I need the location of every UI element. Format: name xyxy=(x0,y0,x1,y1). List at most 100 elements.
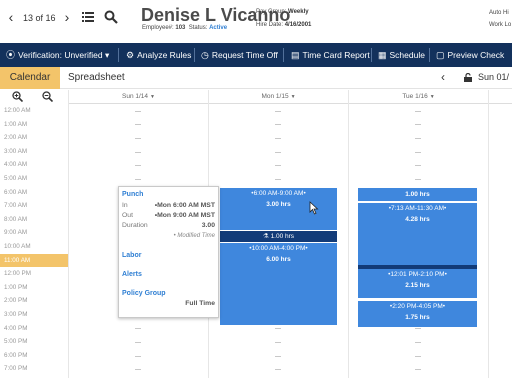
shift-block[interactable]: 1.00 hrs xyxy=(358,188,477,201)
shift-block[interactable]: •10:00 AM-4:00 PM• 6.00 hrs xyxy=(220,243,337,325)
shift-time: •6:00 AM-9:00 AM• xyxy=(251,190,306,197)
time-label: 2:00 PM xyxy=(4,297,28,305)
document-icon: ▢ xyxy=(436,50,445,60)
modified-note: • Modified Time xyxy=(173,233,215,239)
hour-dash xyxy=(415,165,421,167)
time-label: 7:00 PM xyxy=(4,365,28,373)
shift-block[interactable]: •6:00 AM-9:00 AM• 3.00 hrs xyxy=(220,188,337,230)
action-toolbar: ⦿ Verification: Unverified ▾ ⚙ Analyze Rul… xyxy=(0,43,512,67)
schedule-button[interactable]: ▦ Schedule xyxy=(378,43,425,67)
pay-group-value: Weekly xyxy=(288,9,309,15)
pay-group-label: Pay Group: xyxy=(256,9,287,15)
shift-time: •10:00 AM-4:00 PM• xyxy=(249,245,308,252)
labor-link[interactable]: Labor xyxy=(122,252,141,259)
time-label: 6:00 PM xyxy=(4,351,28,359)
preview-check-label: Preview Check xyxy=(447,50,505,60)
alerts-link[interactable]: Alerts xyxy=(122,271,142,278)
tab-spreadsheet[interactable]: Spreadsheet xyxy=(68,67,125,89)
zoom-out-icon[interactable] xyxy=(42,91,53,102)
time-label: 4:00 PM xyxy=(4,324,28,332)
hour-dash xyxy=(275,110,281,112)
hour-dash xyxy=(275,178,281,180)
zoom-in-icon[interactable] xyxy=(12,91,23,102)
toolbar-divider xyxy=(371,48,372,62)
meal-block[interactable]: ⚗ 1.00 hrs xyxy=(220,231,337,242)
current-day-label: Sun 01/ xyxy=(478,72,510,82)
record-counter: 13 of 16 xyxy=(23,13,56,23)
toolbar-divider xyxy=(118,48,119,62)
pay-group: Pay Group: Weekly xyxy=(256,9,309,15)
in-value: •Mon 6:00 AM MST xyxy=(154,202,215,209)
day-header-label: Sun 1/14 xyxy=(122,93,149,100)
auto-hint: Auto Hi xyxy=(489,10,509,16)
hour-dash xyxy=(415,124,421,126)
hour-dash xyxy=(275,165,281,167)
preview-check-button[interactable]: ▢ Preview Check xyxy=(436,43,504,67)
time-label: 1:00 AM xyxy=(4,120,28,128)
day-header-mon[interactable]: Mon 1/15 ▼ xyxy=(209,90,348,104)
previous-employee-button[interactable]: ‹ xyxy=(4,9,18,25)
hour-dash xyxy=(275,124,281,126)
shift-hours: 3.00 hrs xyxy=(266,201,291,208)
grid-line xyxy=(488,90,489,378)
time-label: 5:00 PM xyxy=(4,338,28,346)
zoom-controls xyxy=(0,90,68,104)
tab-calendar[interactable]: Calendar xyxy=(0,67,60,89)
hour-dash xyxy=(415,151,421,153)
analyze-rules-button[interactable]: ⚙ Analyze Rules xyxy=(126,43,191,67)
shift-block[interactable]: •12:01 PM-2:10 PM• 2.15 hrs xyxy=(358,269,477,298)
hour-dash xyxy=(135,342,141,343)
previous-week-button[interactable]: ‹ xyxy=(441,70,445,84)
search-icon[interactable] xyxy=(104,10,118,24)
hour-dash xyxy=(275,355,281,357)
meal-icon: ⚗ xyxy=(262,233,269,240)
time-label: 12:00 PM xyxy=(4,270,31,278)
time-card-calendar-screen: ‹ 13 of 16 › Denise L Vicanno Employee#:… xyxy=(0,0,512,378)
verification-dropdown[interactable]: ⦿ Verification: Unverified ▾ xyxy=(6,43,109,67)
shift-time: •12:01 PM-2:10 PM• xyxy=(388,271,447,278)
chevron-down-icon: ▼ xyxy=(150,94,155,100)
verification-icon: ⦿ xyxy=(6,50,16,60)
next-employee-button[interactable]: › xyxy=(60,9,74,25)
hour-dash xyxy=(135,355,141,357)
chevron-down-icon: ▾ xyxy=(104,50,110,60)
hire-date-value: 4/16/2001 xyxy=(284,22,312,28)
day-header-label: Tue 1/16 xyxy=(402,93,428,100)
request-time-off-label: Request Time Off xyxy=(211,50,278,60)
hour-dash xyxy=(135,151,141,153)
shift-block[interactable]: •2:20 PM-4:05 PM• 1.75 hrs xyxy=(358,301,477,327)
grid-line xyxy=(348,90,349,378)
list-icon[interactable] xyxy=(82,12,94,22)
unlock-icon[interactable] xyxy=(464,73,472,82)
shift-block[interactable]: •7:13 AM-11:30 AM• 4.28 hrs xyxy=(358,203,477,265)
modified-text: Modified Time xyxy=(177,233,215,239)
shift-time: •7:13 AM-11:30 AM• xyxy=(388,205,447,212)
day-header-tue[interactable]: Tue 1/16 ▼ xyxy=(349,90,488,104)
policy-group-link[interactable]: Policy Group xyxy=(122,290,166,297)
shift-hours: 4.28 hrs xyxy=(405,216,430,223)
out-value: •Mon 9:00 AM MST xyxy=(154,212,215,219)
toolbar-divider xyxy=(429,48,430,62)
chevron-down-icon: ▼ xyxy=(429,94,435,100)
punch-details-popover: Punch In •Mon 6:00 AM MST Out •Mon 9:00 … xyxy=(118,186,219,318)
hour-dash xyxy=(415,138,421,139)
hour-dash xyxy=(275,342,281,343)
shift-time-text: 2:20 PM-4:05 PM xyxy=(392,303,443,310)
hire-date: Hire Date: 4/16/2001 xyxy=(256,22,311,28)
request-time-off-button[interactable]: ◷ Request Time Off xyxy=(201,43,278,67)
time-label: 5:00 AM xyxy=(4,175,28,182)
hire-date-label: Hire Date: xyxy=(256,22,284,28)
clock-icon: ◷ xyxy=(201,50,209,60)
hour-dash xyxy=(275,151,281,153)
time-label: 10:00 AM xyxy=(4,243,31,250)
time-label: 3:00 AM xyxy=(4,147,28,155)
analyze-icon: ⚙ xyxy=(126,50,135,60)
employee-header: ‹ 13 of 16 › Denise L Vicanno Employee#:… xyxy=(0,0,512,42)
day-header-label: Mon 1/15 xyxy=(261,93,289,100)
shift-hours: 1.75 hrs xyxy=(405,314,430,321)
time-card-report-button[interactable]: ▤ Time Card Report xyxy=(291,43,370,67)
hour-dash xyxy=(135,124,141,126)
employee-meta: Employee#: 103 Status: Active xyxy=(142,25,227,31)
day-header-sun[interactable]: Sun 1/14 ▼ xyxy=(69,90,208,104)
view-tabs: Calendar Spreadsheet ‹ Sun 01/ xyxy=(0,67,512,89)
